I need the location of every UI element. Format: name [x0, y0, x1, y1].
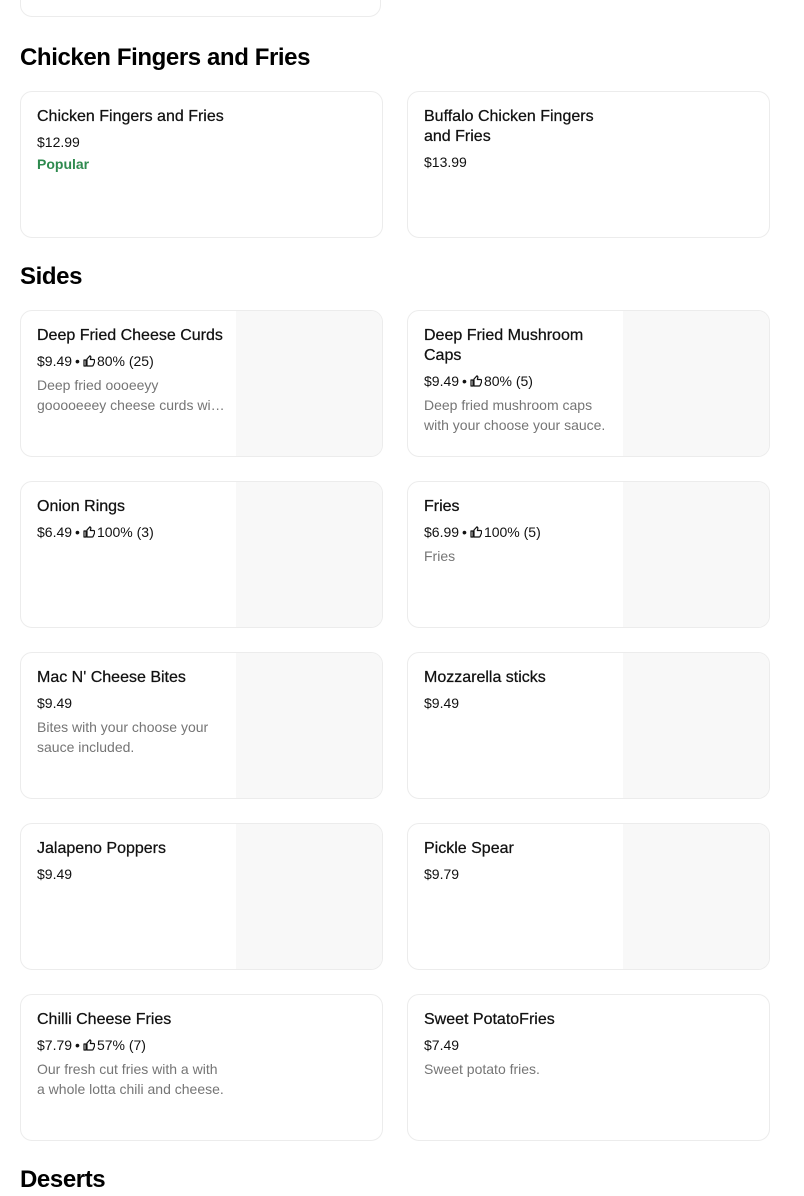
- thumbs-up-icon: [83, 526, 95, 538]
- item-meta: $6.99 • 100% (5): [424, 524, 541, 540]
- item-name: Sweet PotatoFries: [424, 1011, 555, 1028]
- menu-item-pickle-spear[interactable]: Pickle Spear $9.79: [407, 823, 770, 970]
- thumbs-up-icon: [470, 526, 482, 538]
- item-name: Jalapeno Poppers: [37, 840, 166, 857]
- item-image: [623, 311, 769, 456]
- item-meta: $9.49: [37, 693, 225, 713]
- item-price: $9.49: [37, 353, 73, 369]
- item-description: Deep fried mushroom caps with your choos…: [424, 397, 606, 433]
- menu-item-sweet-potato-fries[interactable]: Sweet PotatoFries $7.49 Sweet potato fri…: [407, 994, 770, 1141]
- item-image: [623, 653, 769, 798]
- item-price: $9.49: [424, 695, 460, 711]
- popular-badge: Popular: [37, 156, 90, 172]
- item-price: $12.99: [37, 134, 80, 150]
- item-rating: 80% (25): [96, 353, 154, 369]
- item-meta: $9.49: [37, 864, 225, 884]
- item-meta: $9.79: [424, 864, 612, 884]
- item-image: [236, 653, 382, 798]
- item-description: Fries: [424, 548, 456, 564]
- previous-menu-item-card[interactable]: [20, 0, 381, 17]
- item-description: Bites with your choose your sauce includ…: [37, 719, 209, 755]
- menu-item-chilli-cheese-fries[interactable]: Chilli Cheese Fries $7.79 • 57% (7) Our fr…: [20, 994, 383, 1141]
- menu-item-chicken-fingers-and-fries[interactable]: Chicken Fingers and Fries $12.99 Popular: [20, 91, 383, 238]
- item-price: $9.49: [37, 695, 73, 711]
- item-meta: $12.99: [37, 132, 237, 152]
- item-name: Deep Fried Mushroom Caps: [424, 327, 584, 364]
- item-image: [236, 311, 382, 456]
- item-image: [236, 824, 382, 969]
- item-price: $9.49: [37, 866, 73, 882]
- menu-item-onion-rings[interactable]: Onion Rings $6.49 • 100% (3): [20, 481, 383, 628]
- item-image: [623, 824, 769, 969]
- section-title-chicken-fingers: Chicken Fingers and Fries: [20, 44, 311, 71]
- item-meta: $7.79 • 57% (7): [37, 1037, 146, 1053]
- item-meta: $9.49 • 80% (25): [37, 353, 154, 369]
- item-price: $6.99: [424, 524, 460, 540]
- item-description: Deep fried oooeeyy gooooeeey cheese curd…: [37, 377, 223, 413]
- section-title-sides: Sides: [20, 263, 83, 290]
- thumbs-up-icon: [470, 375, 482, 387]
- item-price: $7.49: [424, 1037, 460, 1053]
- thumbs-up-icon: [83, 355, 95, 367]
- item-name: Chilli Cheese Fries: [37, 1011, 172, 1028]
- item-meta: $6.49 • 100% (3): [37, 524, 154, 540]
- item-image: [623, 482, 769, 627]
- item-rating: 80% (5): [483, 373, 533, 389]
- item-name: Mozzarella sticks: [424, 669, 546, 686]
- item-name: Deep Fried Cheese Curds: [37, 327, 223, 344]
- item-name: Pickle Spear: [424, 840, 514, 857]
- menu-item-jalapeno-poppers[interactable]: Jalapeno Poppers $9.49: [20, 823, 383, 970]
- item-price: $9.49: [424, 373, 460, 389]
- item-meta: $13.99: [424, 152, 624, 172]
- item-meta: $7.49: [424, 1035, 624, 1055]
- item-rating: 100% (3): [96, 524, 154, 540]
- item-meta: $9.49 • 80% (5): [424, 373, 533, 389]
- item-price: $9.79: [424, 866, 460, 882]
- item-name: Onion Rings: [37, 498, 126, 515]
- section-title-deserts: Deserts: [20, 1166, 106, 1193]
- menu-item-fries[interactable]: Fries $6.99 • 100% (5) Fries: [407, 481, 770, 628]
- item-name: Buffalo Chicken Fingers and Fries: [424, 108, 594, 145]
- item-description: Our fresh cut fries with a with a whole …: [37, 1061, 224, 1097]
- menu-item-mac-n-cheese-bites[interactable]: Mac N' Cheese Bites $9.49 Bites with you…: [20, 652, 383, 799]
- menu-item-mozzarella-sticks[interactable]: Mozzarella sticks $9.49: [407, 652, 770, 799]
- item-image: [236, 482, 382, 627]
- menu-item-deep-fried-cheese-curds[interactable]: Deep Fried Cheese Curds $9.49 • 80% (25) D…: [20, 310, 383, 457]
- item-rating: 57% (7): [96, 1037, 146, 1053]
- menu-item-buffalo-chicken-fingers[interactable]: Buffalo Chicken Fingers and Fries $13.99: [407, 91, 770, 238]
- item-name: Fries: [424, 498, 460, 515]
- item-meta: $9.49: [424, 693, 612, 713]
- item-price: $7.79: [37, 1037, 73, 1053]
- item-price: $13.99: [424, 154, 467, 170]
- item-name: Mac N' Cheese Bites: [37, 669, 186, 686]
- item-description: Sweet potato fries.: [424, 1061, 540, 1077]
- item-price: $6.49: [37, 524, 73, 540]
- thumbs-up-icon: [83, 1039, 95, 1051]
- item-name: Chicken Fingers and Fries: [37, 108, 224, 125]
- item-rating: 100% (5): [483, 524, 541, 540]
- menu-item-deep-fried-mushroom-caps[interactable]: Deep Fried Mushroom Caps $9.49 • 80% (5) D…: [407, 310, 770, 457]
